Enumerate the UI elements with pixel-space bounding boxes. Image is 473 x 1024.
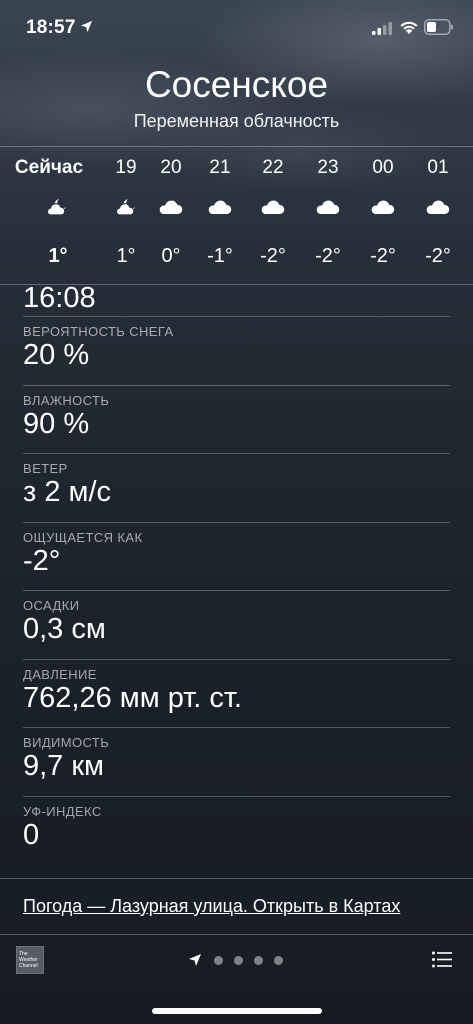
weather-channel-logo[interactable]: The Weather Channel <box>16 946 44 974</box>
detail-value: 16:08 <box>23 282 96 314</box>
detail-row-feels-like: ОЩУЩАЕТСЯ КАК -2° <box>23 523 450 591</box>
cloud-icon <box>316 200 340 214</box>
detail-row-snow-chance: ВЕРОЯТНОСТЬ СНЕГА 20 % <box>23 317 450 386</box>
detail-row-humidity: ВЛАЖНОСТЬ 90 % <box>23 386 450 454</box>
detail-label: ВЕРОЯТНОСТЬ СНЕГА <box>23 324 174 339</box>
cloud-icon <box>208 200 232 214</box>
detail-value: 762,26 мм рт. ст. <box>23 681 242 714</box>
page-dot <box>214 956 223 965</box>
detail-label: ВИДИМОСТЬ <box>23 735 110 750</box>
page-dot <box>234 956 243 965</box>
cloud-icon <box>159 200 183 214</box>
page-dot <box>274 956 283 965</box>
detail-label: ОСАДКИ <box>23 598 80 613</box>
cloud-icon <box>261 200 285 214</box>
status-time: 18:57 <box>26 17 76 38</box>
moon-cloud-icon <box>46 199 66 216</box>
open-in-maps-link[interactable]: Погода — Лазурная улица. Открыть в Карта… <box>23 896 400 917</box>
status-bar: 18:57 <box>0 0 473 56</box>
hour-label: 01 <box>427 157 449 178</box>
wifi-icon <box>400 21 418 34</box>
home-indicator[interactable] <box>152 1008 322 1014</box>
detail-row-visibility: ВИДИМОСТЬ 9,7 км <box>23 728 450 797</box>
detail-row-partial: 16:08 <box>23 282 450 317</box>
battery-icon <box>424 19 453 35</box>
hourly-forecast[interactable]: Сейчас 1° 19 1° 20 0° 21 -1° 22 -2° 23 -… <box>0 147 473 285</box>
location-arrow-icon <box>189 954 201 966</box>
cloud-icon <box>371 200 395 214</box>
detail-row-wind: ВЕТЕР з 2 м/с <box>23 454 450 523</box>
detail-label: ДАВЛЕНИЕ <box>23 666 97 682</box>
hour-label: Сейчас <box>14 157 84 178</box>
detail-label: ВЛАЖНОСТЬ <box>23 392 110 408</box>
city-name: Сосенское <box>144 64 329 105</box>
detail-value: 0 <box>23 818 40 851</box>
detail-value: з 2 м/с <box>23 476 112 508</box>
detail-row-pressure: ДАВЛЕНИЕ 762,26 мм рт. ст. <box>23 660 450 728</box>
hour-item: Сейчас 1° <box>15 147 94 285</box>
detail-label: ОЩУЩАЕТСЯ КАК <box>23 529 143 545</box>
location-arrow-icon <box>80 20 93 33</box>
detail-label: ВЕТЕР <box>23 461 68 476</box>
divider <box>0 878 473 879</box>
detail-value: 9,7 км <box>23 750 104 782</box>
detail-label: УФ-ИНДЕКС <box>23 803 102 819</box>
page-indicator[interactable] <box>188 952 288 968</box>
divider <box>0 934 473 935</box>
hour-temp: 1° <box>48 245 68 267</box>
detail-row-precipitation: ОСАДКИ 0,3 см <box>23 591 450 660</box>
detail-value: -2° <box>23 544 61 577</box>
cloud-icon <box>426 200 450 214</box>
page-dot <box>254 956 263 965</box>
detail-value: 90 % <box>23 407 90 440</box>
hour-item: 01 -2° <box>403 147 473 285</box>
weather-details-list[interactable]: 16:08 ВЕРОЯТНОСТЬ СНЕГА 20 % ВЛАЖНОСТЬ 9… <box>23 282 450 866</box>
detail-row-uv-index: УФ-ИНДЕКС 0 <box>23 797 450 866</box>
weather-condition: Переменная облачность <box>133 111 340 131</box>
hour-temp: -2° <box>425 245 451 267</box>
detail-value: 20 % <box>23 339 90 371</box>
detail-value: 0,3 см <box>23 613 106 645</box>
list-icon[interactable] <box>432 951 452 968</box>
cellular-signal-icon <box>372 22 392 35</box>
